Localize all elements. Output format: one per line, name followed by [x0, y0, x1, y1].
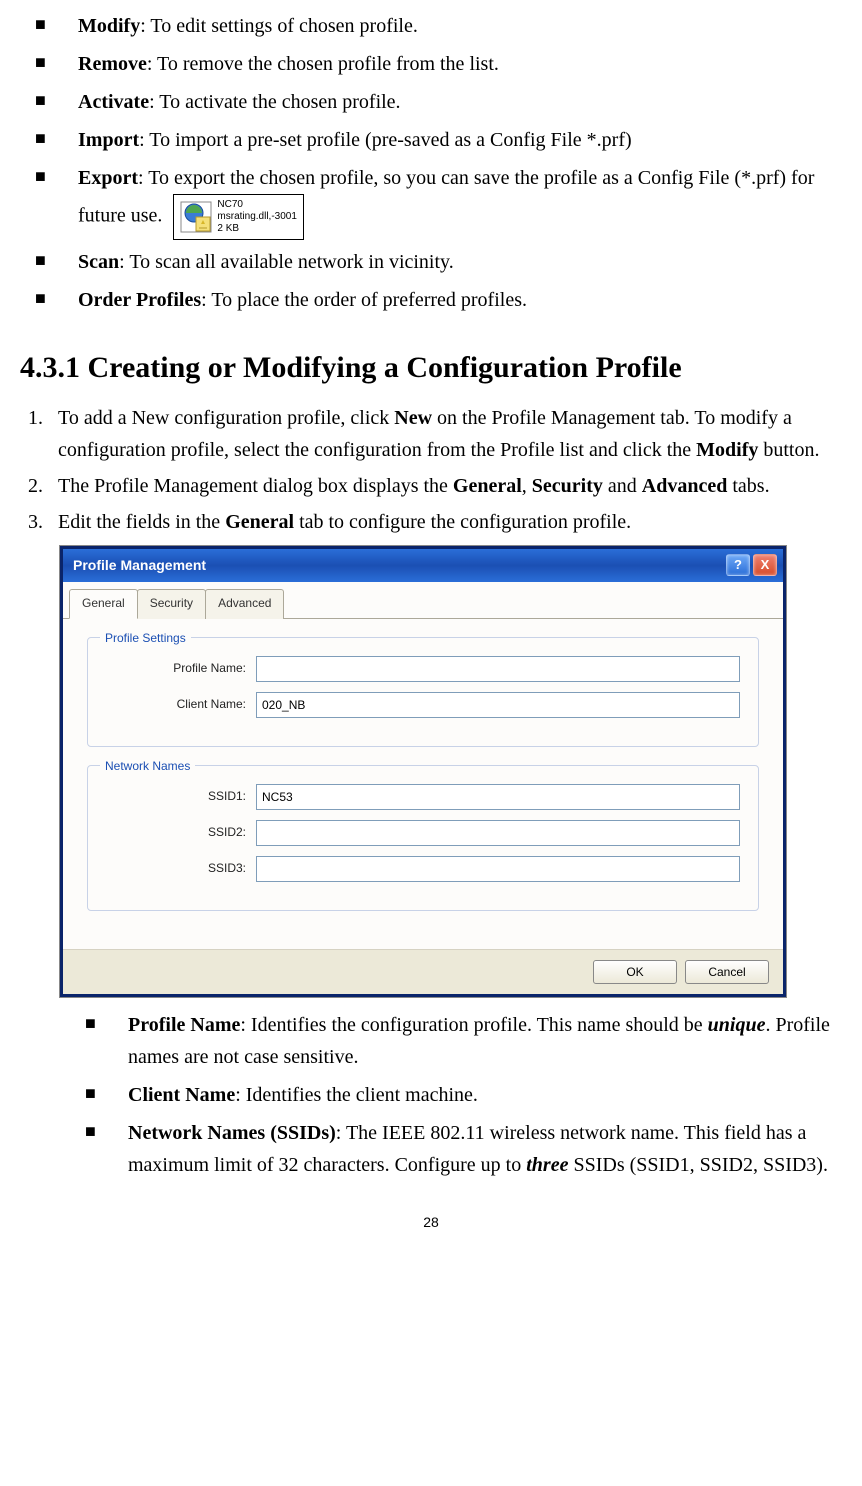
file-icon-text: NC70 msrating.dll,-3001 2 KB	[217, 199, 296, 235]
desc: : To import a pre-set profile (pre-saved…	[139, 129, 632, 151]
ssid2-label: SSID2:	[106, 823, 256, 842]
bullet-export: Export: To export the chosen profile, so…	[30, 162, 842, 240]
t: tabs.	[727, 475, 769, 497]
term: Import	[78, 129, 139, 151]
term: Modify	[78, 15, 140, 37]
dialog-tabs: General Security Advanced	[63, 582, 783, 618]
t: Edit the fields in the	[58, 511, 225, 533]
prf-file-icon: NC70 msrating.dll,-3001 2 KB	[173, 194, 303, 240]
t: To add a New configuration profile, clic…	[58, 407, 394, 429]
ssid3-label: SSID3:	[106, 859, 256, 878]
section-heading: 4.3.1 Creating or Modifying a Configurat…	[20, 344, 842, 392]
term: Remove	[78, 53, 147, 75]
term: Scan	[78, 251, 119, 273]
ssid2-input[interactable]	[256, 820, 740, 846]
t: button.	[758, 439, 819, 461]
bottom-bullet-list: Profile Name: Identifies the configurati…	[20, 1009, 842, 1181]
file-size: 2 KB	[217, 223, 296, 235]
step-1: To add a New configuration profile, clic…	[48, 402, 842, 466]
bullet-order-profiles: Order Profiles: To place the order of pr…	[30, 284, 842, 316]
step-2: The Profile Management dialog box displa…	[48, 470, 842, 502]
ssid3-input[interactable]	[256, 856, 740, 882]
desc: : To place the order of preferred profil…	[201, 289, 527, 311]
t: ,	[522, 475, 532, 497]
t: The Profile Management dialog box displa…	[58, 475, 453, 497]
t: SSIDs (SSID1, SSID2, SSID3).	[568, 1154, 828, 1176]
ssid1-label: SSID1:	[106, 787, 256, 806]
bullet-scan: Scan: To scan all available network in v…	[30, 246, 842, 278]
term: Export	[78, 167, 138, 189]
top-bullet-list: Modify: To edit settings of chosen profi…	[20, 10, 842, 316]
dialog-button-bar: OK Cancel	[63, 949, 783, 994]
bullet-client-name: Client Name: Identifies the client machi…	[80, 1079, 842, 1111]
profile-management-dialog: Profile Management ? X General Security …	[60, 546, 786, 997]
group-profile-settings: Profile Settings Profile Name: Client Na…	[87, 637, 759, 747]
ssid1-input[interactable]	[256, 784, 740, 810]
client-name-input[interactable]	[256, 692, 740, 718]
dialog-titlebar: Profile Management ? X	[63, 549, 783, 582]
t: : Identifies the client machine.	[235, 1084, 478, 1106]
b: General	[453, 475, 522, 497]
term: Client Name	[128, 1084, 235, 1106]
client-name-label: Client Name:	[106, 695, 256, 714]
group-network-names: Network Names SSID1: SSID2: SSID3:	[87, 765, 759, 911]
desc: : To activate the chosen profile.	[149, 91, 400, 113]
bullet-network-names: Network Names (SSIDs): The IEEE 802.11 w…	[80, 1117, 842, 1181]
t: and	[603, 475, 642, 497]
globe-file-icon	[180, 201, 212, 233]
tab-general[interactable]: General	[69, 589, 138, 618]
legend: Profile Settings	[100, 629, 191, 648]
dialog-content: Profile Settings Profile Name: Client Na…	[63, 619, 783, 949]
bullet-profile-name: Profile Name: Identifies the configurati…	[80, 1009, 842, 1073]
b: Advanced	[642, 475, 728, 497]
profile-name-input[interactable]	[256, 656, 740, 682]
bullet-activate: Activate: To activate the chosen profile…	[30, 86, 842, 118]
bullet-import: Import: To import a pre-set profile (pre…	[30, 124, 842, 156]
profile-name-label: Profile Name:	[106, 659, 256, 678]
desc: : To edit settings of chosen profile.	[140, 15, 418, 37]
legend: Network Names	[100, 757, 195, 776]
t: tab to configure the configuration profi…	[294, 511, 631, 533]
term: Network Names (SSIDs)	[128, 1122, 336, 1144]
bullet-remove: Remove: To remove the chosen profile fro…	[30, 48, 842, 80]
term: Order Profiles	[78, 289, 201, 311]
desc: : To remove the chosen profile from the …	[147, 53, 499, 75]
step-3: Edit the fields in the General tab to co…	[48, 506, 842, 538]
bullet-modify: Modify: To edit settings of chosen profi…	[30, 10, 842, 42]
tab-advanced[interactable]: Advanced	[205, 589, 284, 618]
b: Security	[532, 475, 603, 497]
steps-list: To add a New configuration profile, clic…	[20, 402, 842, 538]
em: three	[526, 1154, 568, 1176]
file-name: NC70	[217, 199, 296, 211]
term: Activate	[78, 91, 149, 113]
cancel-button[interactable]: Cancel	[685, 960, 769, 984]
t: : Identifies the configuration profile. …	[240, 1014, 707, 1036]
ok-button[interactable]: OK	[593, 960, 677, 984]
dialog-title: Profile Management	[73, 554, 206, 576]
help-button[interactable]: ?	[726, 554, 750, 576]
em: unique	[708, 1014, 766, 1036]
file-detail: msrating.dll,-3001	[217, 211, 296, 223]
b: New	[394, 407, 432, 429]
b: General	[225, 511, 294, 533]
term: Profile Name	[128, 1014, 240, 1036]
b: Modify	[696, 439, 758, 461]
close-button[interactable]: X	[753, 554, 777, 576]
desc: : To scan all available network in vicin…	[119, 251, 454, 273]
page-number: 28	[20, 1211, 842, 1233]
tab-security[interactable]: Security	[137, 589, 206, 618]
